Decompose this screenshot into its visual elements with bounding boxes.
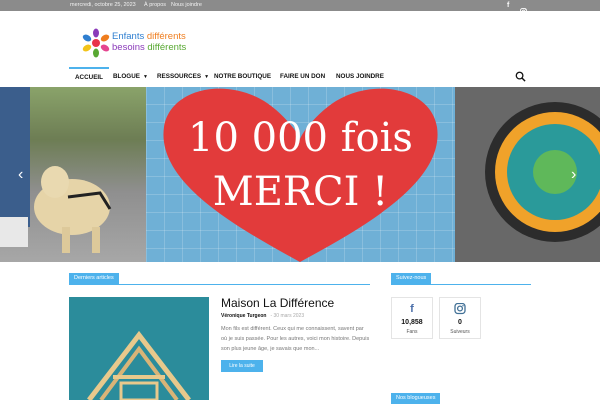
- logo-line-2: besoins différents: [112, 42, 187, 53]
- chevron-right-icon[interactable]: ›: [571, 167, 581, 183]
- facebook-icon[interactable]: f: [507, 2, 515, 9]
- instagram-counter[interactable]: 0 Suiveurs: [439, 297, 481, 339]
- about-link[interactable]: À propos: [144, 1, 166, 10]
- instagram-label: Suiveurs: [450, 329, 470, 335]
- hands-logo-icon: [82, 28, 110, 58]
- latest-articles-label: Derniers articles: [69, 273, 119, 284]
- follow-us-label: Suivez-nous: [391, 273, 432, 284]
- article-author[interactable]: Véronique Turgeon: [221, 313, 266, 319]
- article-title[interactable]: Maison La Différence: [221, 296, 334, 310]
- read-more-button[interactable]: Lire la suite: [221, 360, 263, 372]
- our-bloggers-label: Nos blogueuses: [391, 393, 441, 404]
- nav-resources[interactable]: RESSOURCES ▼: [157, 67, 209, 87]
- article-thumbnail[interactable]: [69, 297, 209, 400]
- instagram-count: 0: [458, 319, 462, 326]
- nav-home[interactable]: ACCUEIL: [69, 67, 109, 87]
- chevron-left-icon[interactable]: ‹: [18, 167, 28, 183]
- contact-link[interactable]: Nous joindre: [171, 1, 202, 10]
- main-nav: ACCUEIL BLOGUE ▼ RESSOURCES ▼ NOTRE BOUTIQ…: [0, 67, 600, 87]
- section-divider: [391, 284, 531, 285]
- nav-blog[interactable]: BLOGUE ▼: [113, 67, 148, 87]
- chevron-down-icon: ▼: [204, 74, 210, 80]
- facebook-label: Fans: [406, 329, 418, 335]
- facebook-count: 10,858: [401, 319, 423, 326]
- instagram-icon[interactable]: [520, 2, 528, 15]
- hero-title-line-2: MERCI !: [212, 169, 389, 215]
- nav-shop[interactable]: NOTRE BOUTIQUE: [214, 67, 271, 87]
- nav-contact[interactable]: NOUS JOINDRE: [336, 67, 384, 87]
- top-bar: mercredi, octobre 25, 2023 À propos Nous…: [0, 0, 600, 15]
- site-logo[interactable]: Enfants différents besoins différents: [82, 28, 202, 60]
- instagram-icon: [454, 303, 466, 315]
- article-excerpt: Mon fils est différent. Ceux qui me conn…: [221, 326, 370, 352]
- chevron-down-icon: ▼: [142, 74, 148, 80]
- hero-title-line-1: 10 000 fois: [188, 115, 413, 161]
- current-date: mercredi, octobre 25, 2023: [70, 2, 136, 8]
- hero-slider[interactable]: 10 000 fois MERCI ! ‹ ›: [0, 87, 600, 262]
- search-icon[interactable]: [515, 71, 526, 82]
- section-divider: [69, 284, 370, 285]
- article-meta: Véronique Turgeon - 30 mars 2023: [221, 313, 304, 319]
- nav-donate[interactable]: FAIRE UN DON: [280, 67, 325, 87]
- logo-line-1: Enfants différents: [112, 31, 186, 42]
- facebook-icon: f: [410, 303, 414, 315]
- facebook-counter[interactable]: f 10,858 Fans: [391, 297, 433, 339]
- article-date: - 30 mars 2023: [270, 313, 305, 319]
